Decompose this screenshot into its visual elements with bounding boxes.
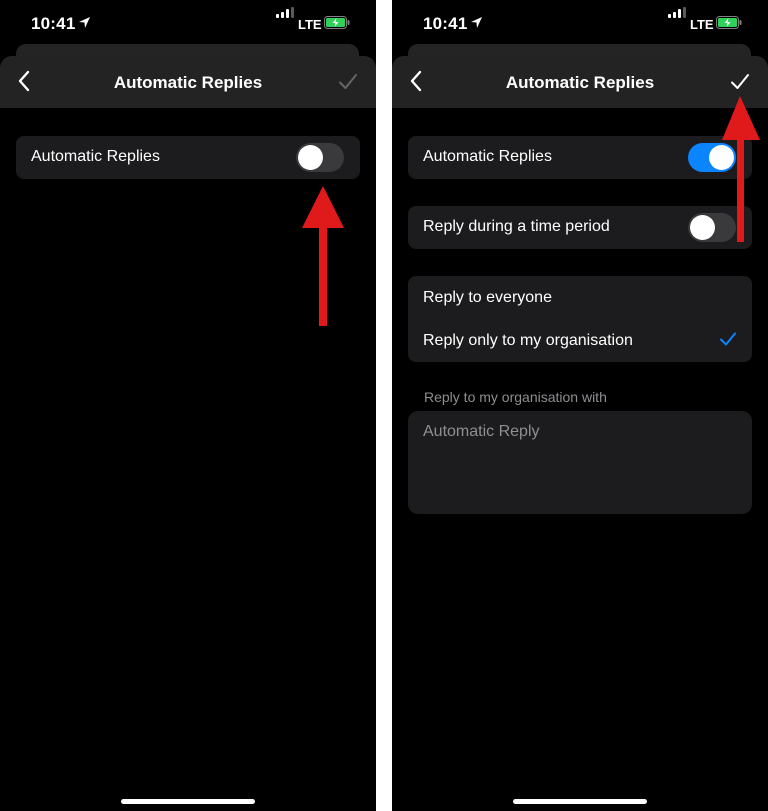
automatic-replies-label: Automatic Replies	[423, 148, 552, 165]
location-arrow-icon	[471, 17, 482, 28]
automatic-replies-label: Automatic Replies	[31, 148, 160, 165]
reply-option-everyone[interactable]: Reply to everyone	[423, 289, 552, 307]
page-title: Automatic Replies	[113, 73, 263, 92]
automatic-replies-row: Automatic Replies	[16, 136, 360, 179]
red-arrow-annotation	[302, 186, 344, 326]
battery-charging-icon	[324, 16, 350, 29]
network-label: LTE	[298, 17, 322, 32]
phone-screen-left: 10:41 LTE Automatic Replies Automatic Re…	[0, 0, 376, 811]
checkmark-icon[interactable]	[728, 70, 752, 94]
section-label: Reply to my organisation with	[424, 389, 607, 405]
home-indicator[interactable]	[121, 799, 255, 804]
reply-message-field[interactable]: Automatic Reply	[408, 411, 752, 514]
network-label: LTE	[690, 17, 714, 32]
checkmark-icon[interactable]	[336, 70, 360, 94]
selected-checkmark-icon	[720, 332, 736, 346]
time-period-row: Reply during a time period	[408, 206, 752, 249]
reply-option-organisation[interactable]: Reply only to my organisation	[423, 332, 633, 350]
status-time: 10:41	[31, 14, 76, 33]
home-indicator[interactable]	[513, 799, 647, 804]
location-arrow-icon	[79, 17, 90, 28]
status-time: 10:41	[423, 14, 468, 33]
page-title: Automatic Replies	[505, 73, 655, 92]
toggle-knob	[298, 145, 323, 170]
navigation-bar: Automatic Replies	[392, 56, 768, 108]
red-arrow-annotation	[722, 96, 760, 242]
status-bar: 10:41 LTE	[0, 0, 376, 44]
battery-charging-icon	[716, 16, 742, 29]
toggle-knob	[690, 215, 715, 240]
reply-options-group: Reply to everyone Reply only to my organ…	[408, 276, 752, 362]
phone-screen-right: 10:41 LTE Automatic Replies Automatic Re…	[392, 0, 768, 811]
navigation-bar: Automatic Replies	[0, 56, 376, 108]
status-bar: 10:41 LTE	[392, 0, 768, 44]
time-period-label: Reply during a time period	[423, 218, 610, 235]
automatic-replies-toggle[interactable]	[296, 143, 344, 172]
automatic-replies-row: Automatic Replies	[408, 136, 752, 179]
message-placeholder: Automatic Reply	[423, 423, 540, 440]
